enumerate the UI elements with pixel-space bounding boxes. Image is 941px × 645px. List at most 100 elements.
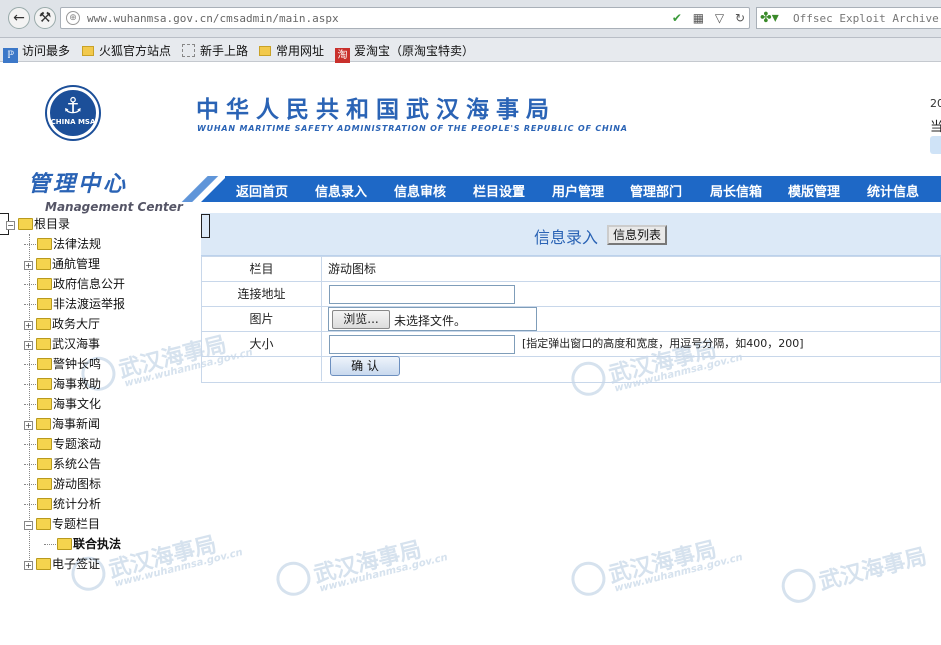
tree-item[interactable]: 专题滚动 xyxy=(24,435,101,453)
back-arrow-icon[interactable]: ← xyxy=(8,7,30,29)
page-icon xyxy=(182,44,195,57)
form-row-size: 大小 [指定弹出窗口的高度和宽度，用逗号分隔，如400，200] xyxy=(202,332,941,357)
collapse-icon[interactable]: − xyxy=(24,521,33,530)
column-value: 游动图标 xyxy=(328,262,377,276)
watermark: 武汉海事局 www.wuhanmsa.gov.cn xyxy=(567,525,744,604)
folder-open-icon xyxy=(18,218,33,230)
tree-item[interactable]: 游动图标 xyxy=(24,475,101,493)
header-date: 20 xyxy=(930,97,941,110)
browser-toolbar: ← ⚒ ⊕ www.wuhanmsa.gov.cn/cmsadmin/main.… xyxy=(0,0,941,38)
expand-icon[interactable]: + xyxy=(24,561,33,570)
nav-user-management[interactable]: 用户管理 xyxy=(552,181,604,200)
column-label: 栏目 xyxy=(202,257,322,281)
reload-icon[interactable]: ↻ xyxy=(735,11,745,25)
tree-item[interactable]: 海事救助 xyxy=(24,375,101,393)
no-file-text: 未选择文件。 xyxy=(394,314,467,328)
tree-item[interactable]: 非法渡运举报 xyxy=(24,295,125,313)
folder-icon xyxy=(37,458,52,470)
form-row-image: 图片 浏览... 未选择文件。 xyxy=(202,307,941,332)
tree-item[interactable]: 警钟长鸣 xyxy=(24,355,101,373)
wrench-icon[interactable]: ⚒ xyxy=(34,7,56,29)
form-row-submit xyxy=(202,357,941,382)
tree-item[interactable]: − 专题栏目 xyxy=(24,515,100,533)
folder-icon xyxy=(37,398,52,410)
bookmarks-bar: ℙ 访问最多 火狐官方站点 新手上路 常用网址 淘爱淘宝（原淘宝特卖） xyxy=(0,38,941,63)
watermark-emblem-icon xyxy=(778,565,820,607)
folder-icon xyxy=(37,498,52,510)
content-header: 信息录入 信息列表 xyxy=(201,213,941,256)
tree-item[interactable]: 法律法规 xyxy=(24,235,101,253)
size-label: 大小 xyxy=(202,332,322,356)
info-list-button[interactable]: 信息列表 xyxy=(607,225,668,245)
size-input[interactable] xyxy=(329,335,515,354)
tree-item[interactable]: + 海事新闻 xyxy=(24,415,100,433)
folder-icon xyxy=(82,46,94,56)
msa-emblem-logo: ⚓ CHINA MSA xyxy=(47,87,99,139)
expand-icon[interactable]: + xyxy=(24,261,33,270)
folder-icon xyxy=(37,238,52,250)
image-label: 图片 xyxy=(202,307,322,331)
header-user: 当 xyxy=(930,120,941,135)
qr-code-icon[interactable]: ▦ xyxy=(693,11,704,25)
search-box[interactable]: ✤▾ Offsec Exploit Archive Se xyxy=(756,7,941,29)
nav-info-review[interactable]: 信息审核 xyxy=(394,181,446,200)
watermark: 武汉海事局 xyxy=(778,538,930,607)
management-title: 管理中心 xyxy=(28,172,129,197)
bookmark-most-visited[interactable]: ℙ 访问最多 xyxy=(3,42,70,63)
browse-button[interactable]: 浏览... xyxy=(332,310,390,329)
tree-root[interactable]: − 根目录 xyxy=(6,215,70,233)
nav-director-mailbox[interactable]: 局长信箱 xyxy=(710,181,762,200)
tree-item[interactable]: 系统公告 xyxy=(24,455,101,473)
watermark: 武汉海事局 www.wuhanmsa.gov.cn xyxy=(272,525,449,604)
collapse-icon[interactable]: − xyxy=(6,221,15,230)
taobao-icon: 淘 xyxy=(335,48,350,63)
site-title: 中华人民共和国武汉海事局 xyxy=(196,97,556,123)
globe-icon: ⊕ xyxy=(66,11,80,25)
expand-icon[interactable]: + xyxy=(24,341,33,350)
nav-home[interactable]: 返回首页 xyxy=(236,181,288,200)
tree-item[interactable]: + 电子签证 xyxy=(24,555,100,573)
header-button[interactable] xyxy=(930,136,941,154)
tree-item[interactable]: + 通航管理 xyxy=(24,255,100,273)
bookmark-firefox[interactable]: 火狐官方站点 xyxy=(82,42,171,59)
info-entry-form: 栏目 游动图标 连接地址 图片 浏览... 未选择文件。 大小 [指定弹出窗口的… xyxy=(201,256,941,383)
nav-department-management[interactable]: 管理部门 xyxy=(630,181,682,200)
folder-icon xyxy=(36,418,51,430)
bookmark-taobao[interactable]: 淘爱淘宝（原淘宝特卖） xyxy=(335,42,474,63)
nav-template-management[interactable]: 模版管理 xyxy=(788,181,840,200)
link-label: 连接地址 xyxy=(202,282,322,306)
search-engine-icon[interactable]: ✤▾ xyxy=(760,10,779,26)
main-nav: 返回首页 信息录入 信息审核 栏目设置 用户管理 管理部门 局长信箱 模版管理 … xyxy=(225,176,941,202)
folder-icon xyxy=(37,438,52,450)
confirm-button[interactable]: 确 认 xyxy=(330,356,400,376)
address-url: www.wuhanmsa.gov.cn/cmsadmin/main.aspx xyxy=(87,12,339,25)
expand-icon[interactable]: + xyxy=(24,421,33,430)
folder-icon xyxy=(259,46,271,56)
form-row-column: 栏目 游动图标 xyxy=(202,257,941,282)
tree-item[interactable]: + 政务大厅 xyxy=(24,315,100,333)
address-bar[interactable]: ⊕ www.wuhanmsa.gov.cn/cmsadmin/main.aspx… xyxy=(60,7,750,29)
bookmark-common-sites[interactable]: 常用网址 xyxy=(259,42,324,59)
tree-item[interactable]: + 武汉海事 xyxy=(24,335,100,353)
nav-column-settings[interactable]: 栏目设置 xyxy=(473,181,525,200)
management-subtitle: Management Center xyxy=(45,200,183,214)
bookmark-star-icon: ℙ xyxy=(3,48,18,63)
folder-icon xyxy=(37,358,52,370)
folder-icon xyxy=(57,538,72,550)
expand-icon[interactable]: + xyxy=(24,321,33,330)
search-text: Offsec Exploit Archive Se xyxy=(793,12,941,25)
bookmark-getting-started[interactable]: 新手上路 xyxy=(182,42,248,59)
tree-item[interactable]: 统计分析 xyxy=(24,495,101,513)
watermark-emblem-icon xyxy=(567,558,610,600)
tree-child-item[interactable]: 联合执法 xyxy=(44,535,121,553)
nav-info-entry[interactable]: 信息录入 xyxy=(315,181,367,200)
tree-item[interactable]: 海事文化 xyxy=(24,395,101,413)
form-row-link: 连接地址 xyxy=(202,282,941,307)
image-file-input[interactable]: 浏览... 未选择文件。 xyxy=(328,307,537,331)
tree-item[interactable]: 政府信息公开 xyxy=(24,275,125,293)
link-url-input[interactable] xyxy=(329,285,515,304)
content-frame-edge xyxy=(201,214,210,238)
shield-check-icon[interactable]: ✔ xyxy=(672,11,682,25)
dropdown-arrow-icon[interactable]: ▽ xyxy=(715,11,724,25)
nav-statistics[interactable]: 统计信息 xyxy=(867,181,919,200)
